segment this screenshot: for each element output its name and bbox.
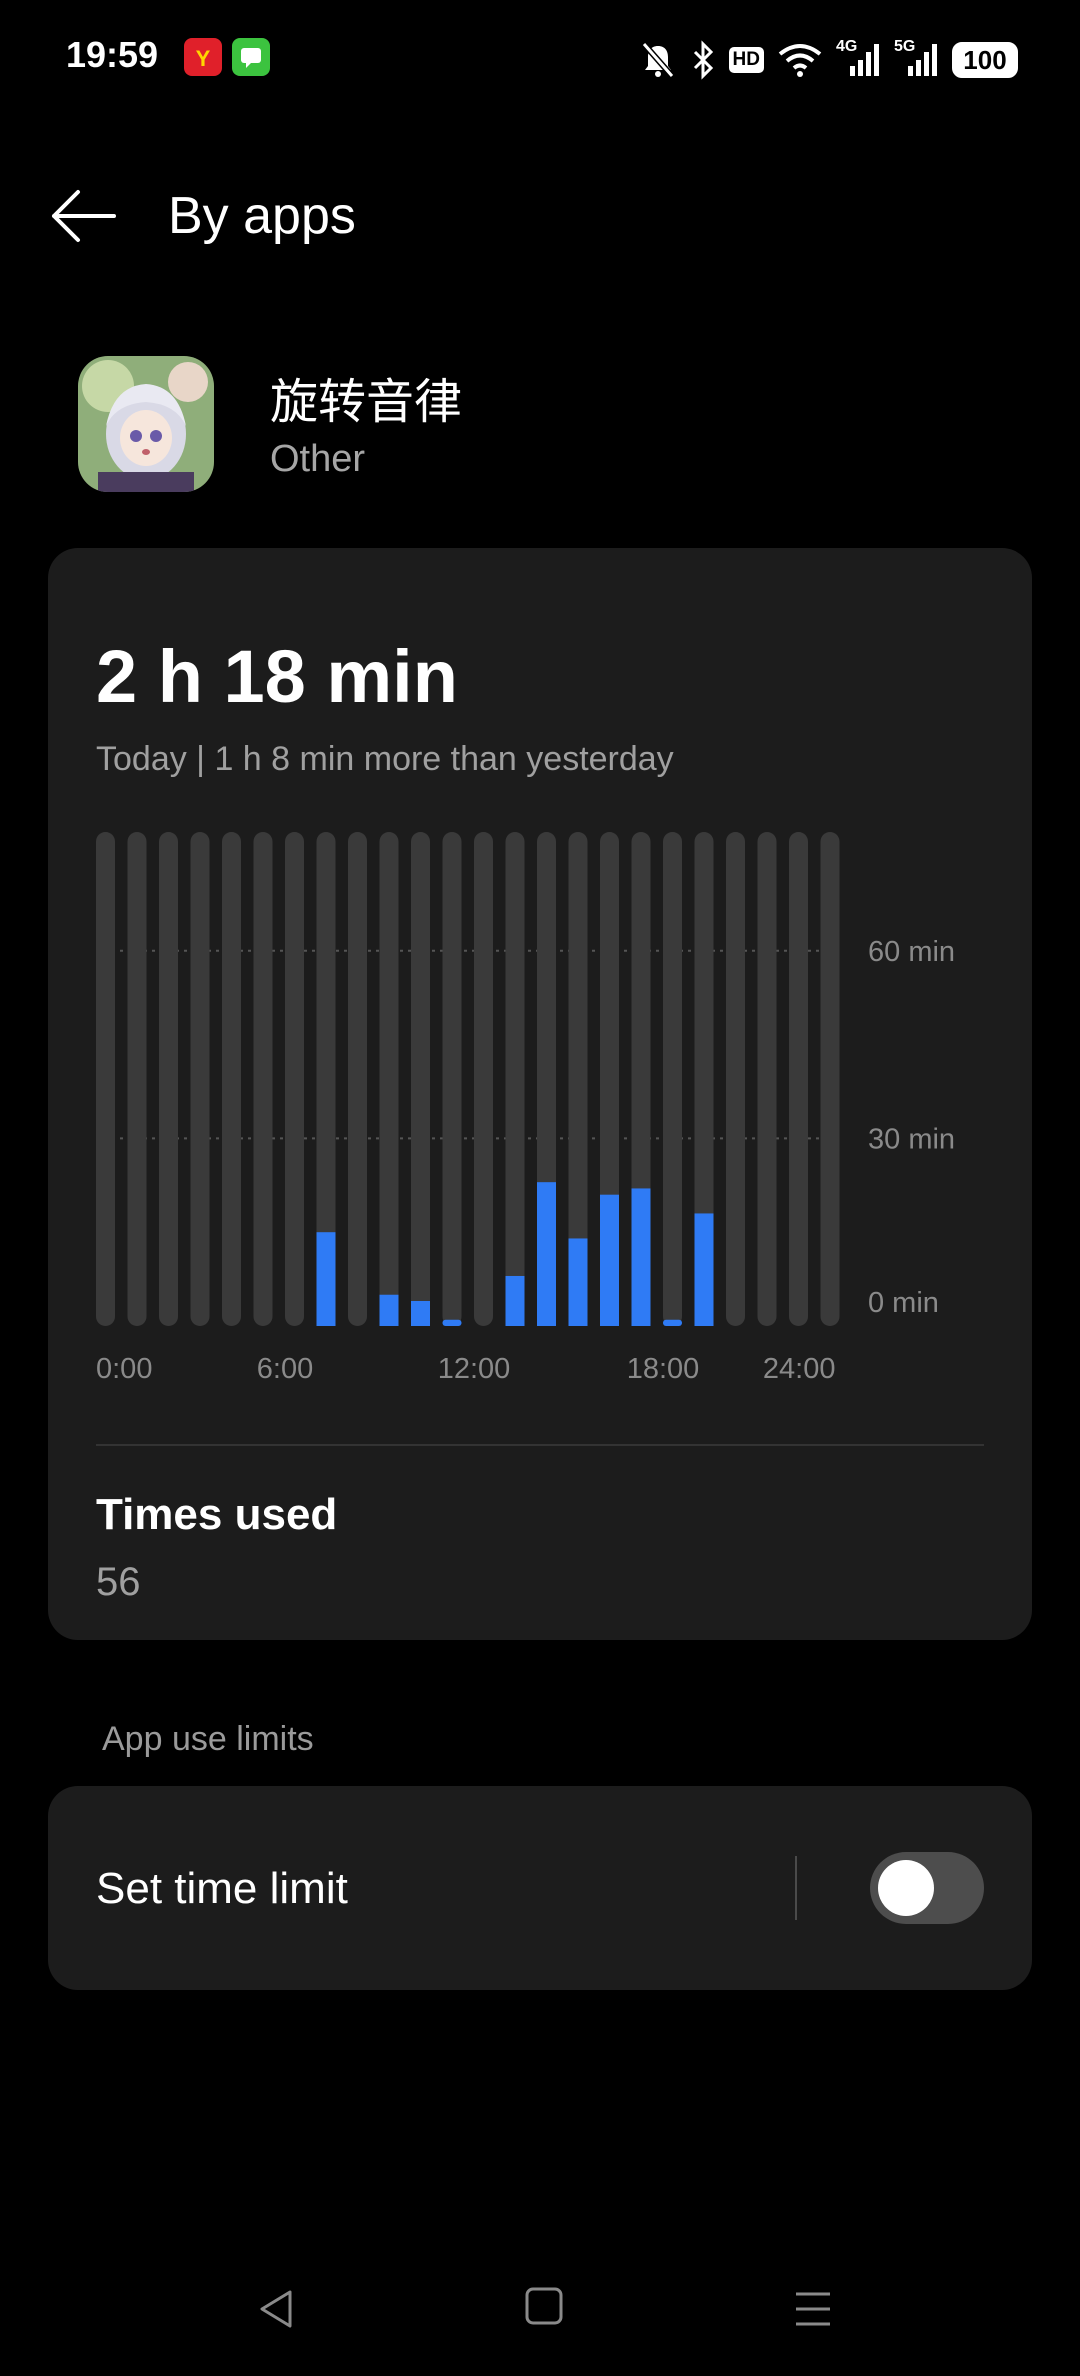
chart-bar <box>600 1194 619 1326</box>
chart-bar-track <box>222 832 241 1326</box>
chart-bar-track <box>190 832 210 1326</box>
chart-y-tick-label: 0 min <box>868 1287 939 1319</box>
signal-5g-icon: 5G <box>894 38 938 78</box>
chart-x-tick-label: 6:00 <box>257 1353 313 1384</box>
status-icons: HD 4G 5G 100 <box>639 36 1018 84</box>
chart-bar <box>568 1238 588 1326</box>
chart-bar-track <box>285 832 304 1326</box>
wifi-icon <box>778 42 822 78</box>
battery-icon: 100 <box>952 42 1018 78</box>
chart-bar-track <box>411 832 430 1326</box>
chart-bar-track <box>379 832 399 1326</box>
status-time: 19:59 <box>66 34 159 75</box>
chart-y-tick-label: 30 min <box>868 1123 955 1155</box>
hourly-usage-chart: 60 min 30 min 0 min 0:00 6:00 12:00 18:00 24:00 <box>96 832 955 1384</box>
card-divider <box>96 1444 984 1446</box>
nav-home-icon <box>525 2287 563 2325</box>
chart-bar <box>537 1182 556 1326</box>
app-notification-icon: Y <box>184 38 222 76</box>
chart-bar-track <box>505 832 525 1326</box>
chart-bar-track <box>474 832 493 1326</box>
chart-bar-track <box>820 832 840 1326</box>
chart-bar <box>505 1275 525 1326</box>
times-used-label: Times used <box>96 1490 338 1539</box>
chart-bar <box>694 1213 714 1326</box>
message-icon <box>232 38 270 76</box>
chart-x-tick-label: 18:00 <box>627 1353 700 1384</box>
chart-x-tick-label: 12:00 <box>438 1353 511 1384</box>
chart-bar-track <box>757 832 777 1326</box>
chart-bar-track <box>348 832 367 1326</box>
arrow-left-icon <box>52 190 116 242</box>
chart-bar-track <box>663 832 682 1326</box>
back-button[interactable] <box>46 178 122 254</box>
chart-bar-track <box>726 832 745 1326</box>
toggle-knob <box>878 1860 934 1916</box>
signal-4g-icon: 4G <box>836 38 880 78</box>
chart-y-tick-label: 60 min <box>868 936 955 968</box>
chart-bar-track <box>253 832 273 1326</box>
chart-bar-track <box>96 832 115 1326</box>
chart-x-tick-label: 0:00 <box>96 1353 152 1384</box>
nav-recents-button[interactable] <box>790 2286 836 2332</box>
app-icon <box>78 356 214 492</box>
nav-recents-icon <box>796 2292 830 2326</box>
limit-separator <box>795 1856 797 1920</box>
app-use-limits-heading: App use limits <box>102 1720 314 1758</box>
app-category: Other <box>270 438 366 480</box>
chart-bar <box>316 1232 336 1326</box>
chart-bar <box>379 1294 399 1326</box>
nav-back-button[interactable] <box>254 2286 300 2332</box>
chart-bar <box>442 1319 462 1326</box>
page-title: By apps <box>168 187 356 245</box>
chart-bar-track <box>159 832 178 1326</box>
times-used-value: 56 <box>96 1560 141 1604</box>
nav-back-icon <box>260 2290 292 2328</box>
chart-bar <box>663 1319 682 1326</box>
chart-bar-track <box>442 832 462 1326</box>
chart-bar <box>631 1188 651 1326</box>
mute-bell-icon <box>639 40 677 80</box>
app-name: 旋转音律 <box>270 376 463 429</box>
set-time-limit-label: Set time limit <box>96 1864 348 1913</box>
chart-bar-track <box>127 832 147 1326</box>
nav-home-button[interactable] <box>524 2286 564 2326</box>
chart-x-tick-label: 24:00 <box>763 1353 836 1384</box>
svg-text:Y: Y <box>196 46 211 71</box>
hd-voice-icon: HD <box>728 47 764 73</box>
chart-bar-track <box>789 832 808 1326</box>
bluetooth-icon <box>691 40 715 80</box>
usage-comparison: Today | 1 h 8 min more than yesterday <box>96 740 674 778</box>
time-limit-toggle[interactable] <box>870 1852 984 1924</box>
total-usage-time: 2 h 18 min <box>96 635 458 718</box>
chart-bar <box>411 1300 430 1326</box>
